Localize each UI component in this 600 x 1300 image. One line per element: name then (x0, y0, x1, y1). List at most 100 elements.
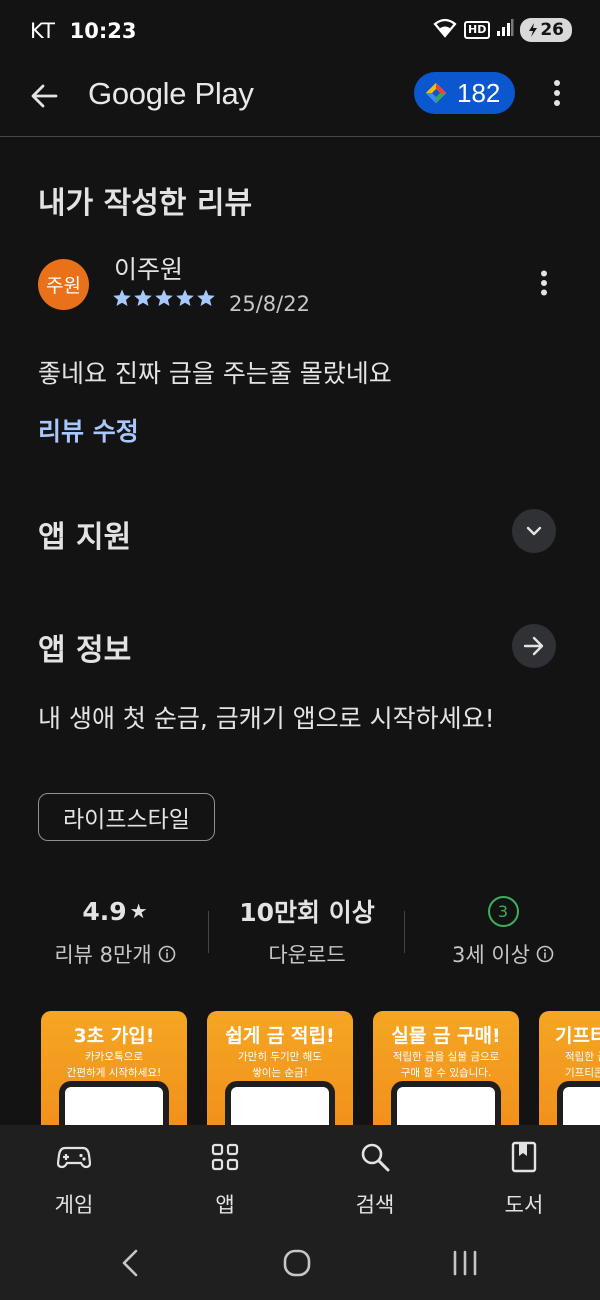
downloads-stat: 10만회 이상 다운로드 (212, 893, 402, 969)
chevron-down-icon (526, 526, 542, 536)
screenshot-subtitle: 카카오톡으로 간편하게 시작하세요! (66, 1051, 162, 1079)
stat-divider (208, 911, 209, 953)
phone-mockup (391, 1081, 501, 1125)
nav-label: 게임 (54, 1193, 94, 1217)
phone-mockup (557, 1081, 600, 1125)
phone-mockup (59, 1081, 169, 1125)
nav-books[interactable]: 도서 (474, 1139, 574, 1219)
nav-label: 앱 (215, 1193, 235, 1217)
system-home-button[interactable] (277, 1245, 317, 1281)
system-navigation-bar (0, 1225, 600, 1300)
phone-screen (231, 1087, 329, 1125)
downloads-label: 다운로드 (268, 943, 346, 967)
bottom-navigation: 게임 앱 검색 도서 (0, 1125, 600, 1225)
system-back-button[interactable] (110, 1245, 150, 1281)
app-bar: Google Play 182 (0, 64, 600, 136)
signal-icon (496, 19, 514, 41)
edit-review-link[interactable]: 리뷰 수정 (38, 412, 139, 448)
nav-label: 도서 (504, 1193, 544, 1217)
status-left: KT 10:23 (30, 19, 137, 43)
screenshot-subtitle: 적립한 금 기프티콘 (565, 1051, 600, 1079)
screenshot-title: 기프티 (555, 1025, 600, 1047)
play-points-value: 182 (457, 77, 501, 108)
age-rating-bottom: 3세 이상 (408, 939, 598, 969)
more-vert-icon (541, 270, 547, 296)
app-support-title: 앱 지원 (38, 520, 132, 555)
app-description: 내 생애 첫 순금, 금캐기 앱으로 시작하세요! (38, 704, 495, 733)
age-rating-stat[interactable]: 3 3세 이상 (408, 893, 598, 969)
my-review-title: 내가 작성한 리뷰 (38, 186, 253, 221)
app-info-title: 앱 정보 (38, 633, 132, 668)
info-icon (536, 945, 554, 963)
star-icon (176, 289, 194, 306)
more-vert-icon (554, 80, 560, 106)
recents-icon (453, 1250, 477, 1276)
app-stats: 4.9 ★ 리뷰 8만개 10만회 이상 다운로드 3 3세 이상 (0, 893, 600, 973)
category-chip[interactable]: 라이프스타일 (38, 793, 215, 841)
clock: 10:23 (69, 19, 137, 43)
overflow-menu-button[interactable] (540, 76, 574, 110)
screenshot-1[interactable]: 3초 가입! 카카오톡으로 간편하게 시작하세요! (41, 1011, 187, 1125)
wifi-icon (432, 18, 458, 42)
rating-star-icon: ★ (129, 899, 148, 923)
phone-mockup (225, 1081, 335, 1125)
star-icon (113, 289, 131, 306)
screenshot-title: 실물 금 구매! (391, 1025, 501, 1047)
store-title: Google Play (88, 76, 254, 111)
phone-screen (563, 1087, 600, 1125)
screenshot-title: 쉽게 금 적립! (225, 1025, 335, 1047)
avatar: 주원 (38, 259, 89, 310)
carrier-label: KT (30, 19, 55, 43)
screenshot-carousel[interactable]: 3초 가입! 카카오톡으로 간편하게 시작하세요! 쉽게 금 적립! 가만히 두… (0, 1011, 600, 1125)
play-points-button[interactable]: 182 (414, 72, 515, 114)
home-circle-icon (283, 1249, 311, 1277)
screenshot-2[interactable]: 쉽게 금 적립! 가만히 두기만 해도 쌓이는 순금! (207, 1011, 353, 1125)
nav-search[interactable]: 검색 (325, 1139, 425, 1219)
rating-stat[interactable]: 4.9 ★ 리뷰 8만개 (20, 893, 210, 969)
app-info-button[interactable] (512, 624, 556, 668)
review-options-button[interactable] (527, 266, 561, 300)
review-date: 25/8/22 (229, 292, 310, 316)
review-text: 좋네요 진짜 금을 주는줄 몰랐네요 (38, 359, 392, 388)
screenshot-subtitle: 적립한 금을 실물 금으로 구매 할 수 있습니다. (392, 1051, 500, 1079)
screenshot-subtitle: 가만히 두기만 해도 쌓이는 순금! (238, 1051, 322, 1079)
app-bar-divider (0, 136, 600, 137)
phone-screen (397, 1087, 495, 1125)
screenshot-4[interactable]: 기프티 적립한 금 기프티콘 (539, 1011, 600, 1125)
apps-grid-icon (175, 1139, 275, 1175)
nav-games[interactable]: 게임 (24, 1139, 124, 1219)
age-rating-badge: 3 (487, 895, 519, 927)
app-support-expand-button[interactable] (512, 509, 556, 553)
arrow-back-icon (31, 84, 58, 108)
reviewer-name: 이주원 (114, 255, 184, 284)
rating-value: 4.9 (82, 896, 127, 926)
gamepad-icon (24, 1139, 124, 1175)
star-icon (134, 289, 152, 306)
screenshot-3[interactable]: 실물 금 구매! 적립한 금을 실물 금으로 구매 할 수 있습니다. (373, 1011, 519, 1125)
screenshot-title: 3초 가입! (73, 1025, 155, 1047)
reviews-count: 리뷰 8만개 (54, 943, 152, 967)
search-icon (325, 1139, 425, 1175)
book-icon (474, 1139, 574, 1175)
play-points-icon (426, 83, 446, 103)
nav-apps[interactable]: 앱 (175, 1139, 275, 1219)
chevron-left-icon (122, 1249, 138, 1277)
age-rating-label: 3세 이상 (452, 943, 530, 967)
battery-level: 26 (540, 20, 564, 40)
system-recents-button[interactable] (445, 1245, 485, 1281)
back-button[interactable] (26, 78, 62, 114)
arrow-forward-icon (523, 636, 544, 656)
hd-icon: HD (463, 21, 491, 39)
downloads-value: 10만회 이상 (239, 898, 375, 927)
phone-screen (65, 1087, 163, 1125)
star-rating (112, 288, 216, 308)
star-icon (197, 289, 215, 306)
star-icon (155, 289, 173, 306)
battery-indicator: 26 (520, 18, 572, 42)
rating-stat-top: 4.9 ★ (20, 893, 210, 929)
status-icons: HD 26 (432, 18, 572, 42)
status-bar: KT 10:23 HD 26 (0, 0, 600, 64)
stat-divider (404, 911, 405, 953)
nav-label: 검색 (355, 1193, 395, 1217)
info-icon (158, 945, 175, 963)
